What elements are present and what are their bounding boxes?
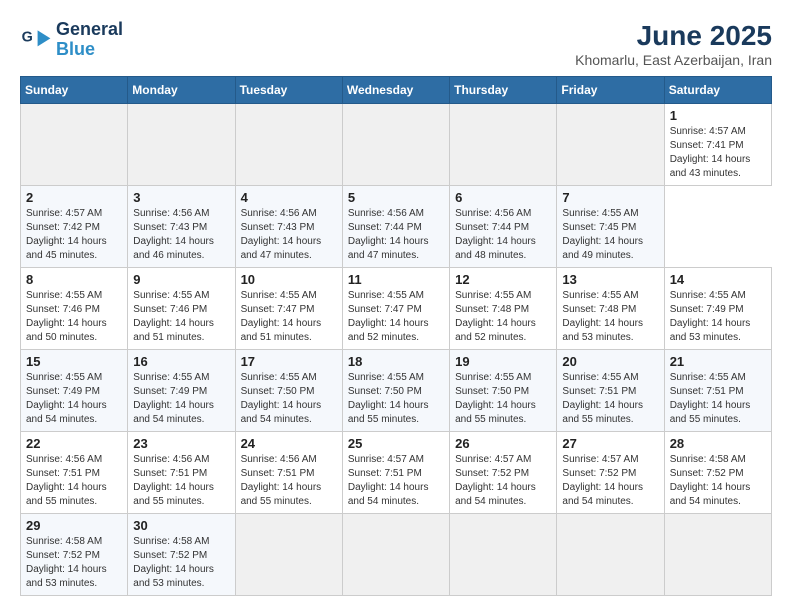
day-cell-7: 7Sunrise: 4:55 AMSunset: 7:45 PMDaylight… [557,186,664,268]
empty-cell [450,104,557,186]
day-cell-8: 8Sunrise: 4:55 AMSunset: 7:46 PMDaylight… [21,268,128,350]
empty-cell [235,514,342,596]
calendar-week-3: 8Sunrise: 4:55 AMSunset: 7:46 PMDaylight… [21,268,772,350]
calendar-body: 1Sunrise: 4:57 AMSunset: 7:41 PMDaylight… [21,104,772,596]
empty-cell [342,514,449,596]
day-cell-3: 3Sunrise: 4:56 AMSunset: 7:43 PMDaylight… [128,186,235,268]
logo-icon: G [20,24,52,56]
day-cell-28: 28Sunrise: 4:58 AMSunset: 7:52 PMDayligh… [664,432,771,514]
logo: G General Blue [20,20,123,60]
empty-cell [450,514,557,596]
day-cell-14: 14Sunrise: 4:55 AMSunset: 7:49 PMDayligh… [664,268,771,350]
day-cell-5: 5Sunrise: 4:56 AMSunset: 7:44 PMDaylight… [342,186,449,268]
day-cell-17: 17Sunrise: 4:55 AMSunset: 7:50 PMDayligh… [235,350,342,432]
day-cell-24: 24Sunrise: 4:56 AMSunset: 7:51 PMDayligh… [235,432,342,514]
day-cell-10: 10Sunrise: 4:55 AMSunset: 7:47 PMDayligh… [235,268,342,350]
calendar-header-row: SundayMondayTuesdayWednesdayThursdayFrid… [21,77,772,104]
day-cell-26: 26Sunrise: 4:57 AMSunset: 7:52 PMDayligh… [450,432,557,514]
calendar-week-4: 15Sunrise: 4:55 AMSunset: 7:49 PMDayligh… [21,350,772,432]
calendar-header: SundayMondayTuesdayWednesdayThursdayFrid… [21,77,772,104]
empty-cell [128,104,235,186]
day-cell-12: 12Sunrise: 4:55 AMSunset: 7:48 PMDayligh… [450,268,557,350]
empty-cell [557,514,664,596]
column-header-friday: Friday [557,77,664,104]
calendar-week-1: 1Sunrise: 4:57 AMSunset: 7:41 PMDaylight… [21,104,772,186]
column-header-saturday: Saturday [664,77,771,104]
calendar-week-5: 22Sunrise: 4:56 AMSunset: 7:51 PMDayligh… [21,432,772,514]
empty-cell [557,104,664,186]
column-header-wednesday: Wednesday [342,77,449,104]
day-cell-11: 11Sunrise: 4:55 AMSunset: 7:47 PMDayligh… [342,268,449,350]
empty-cell [342,104,449,186]
day-cell-25: 25Sunrise: 4:57 AMSunset: 7:51 PMDayligh… [342,432,449,514]
empty-cell [235,104,342,186]
column-header-tuesday: Tuesday [235,77,342,104]
calendar-subtitle: Khomarlu, East Azerbaijan, Iran [575,52,772,68]
day-cell-13: 13Sunrise: 4:55 AMSunset: 7:48 PMDayligh… [557,268,664,350]
day-cell-23: 23Sunrise: 4:56 AMSunset: 7:51 PMDayligh… [128,432,235,514]
empty-cell [21,104,128,186]
empty-cell [664,514,771,596]
day-cell-30: 30Sunrise: 4:58 AMSunset: 7:52 PMDayligh… [128,514,235,596]
day-cell-4: 4Sunrise: 4:56 AMSunset: 7:43 PMDaylight… [235,186,342,268]
logo-text: General Blue [56,20,123,60]
day-cell-27: 27Sunrise: 4:57 AMSunset: 7:52 PMDayligh… [557,432,664,514]
calendar-title: June 2025 [575,20,772,52]
svg-text:G: G [22,29,33,45]
calendar-title-block: June 2025 Khomarlu, East Azerbaijan, Ira… [575,20,772,68]
calendar-table: SundayMondayTuesdayWednesdayThursdayFrid… [20,76,772,596]
day-cell-18: 18Sunrise: 4:55 AMSunset: 7:50 PMDayligh… [342,350,449,432]
column-header-thursday: Thursday [450,77,557,104]
day-cell-19: 19Sunrise: 4:55 AMSunset: 7:50 PMDayligh… [450,350,557,432]
day-cell-9: 9Sunrise: 4:55 AMSunset: 7:46 PMDaylight… [128,268,235,350]
page-header: G General Blue June 2025 Khomarlu, East … [20,20,772,68]
calendar-week-2: 2Sunrise: 4:57 AMSunset: 7:42 PMDaylight… [21,186,772,268]
day-cell-16: 16Sunrise: 4:55 AMSunset: 7:49 PMDayligh… [128,350,235,432]
column-header-monday: Monday [128,77,235,104]
day-cell-22: 22Sunrise: 4:56 AMSunset: 7:51 PMDayligh… [21,432,128,514]
day-cell-1: 1Sunrise: 4:57 AMSunset: 7:41 PMDaylight… [664,104,771,186]
day-cell-29: 29Sunrise: 4:58 AMSunset: 7:52 PMDayligh… [21,514,128,596]
column-header-sunday: Sunday [21,77,128,104]
day-cell-20: 20Sunrise: 4:55 AMSunset: 7:51 PMDayligh… [557,350,664,432]
day-cell-21: 21Sunrise: 4:55 AMSunset: 7:51 PMDayligh… [664,350,771,432]
calendar-week-6: 29Sunrise: 4:58 AMSunset: 7:52 PMDayligh… [21,514,772,596]
day-cell-6: 6Sunrise: 4:56 AMSunset: 7:44 PMDaylight… [450,186,557,268]
day-cell-15: 15Sunrise: 4:55 AMSunset: 7:49 PMDayligh… [21,350,128,432]
day-cell-2: 2Sunrise: 4:57 AMSunset: 7:42 PMDaylight… [21,186,128,268]
